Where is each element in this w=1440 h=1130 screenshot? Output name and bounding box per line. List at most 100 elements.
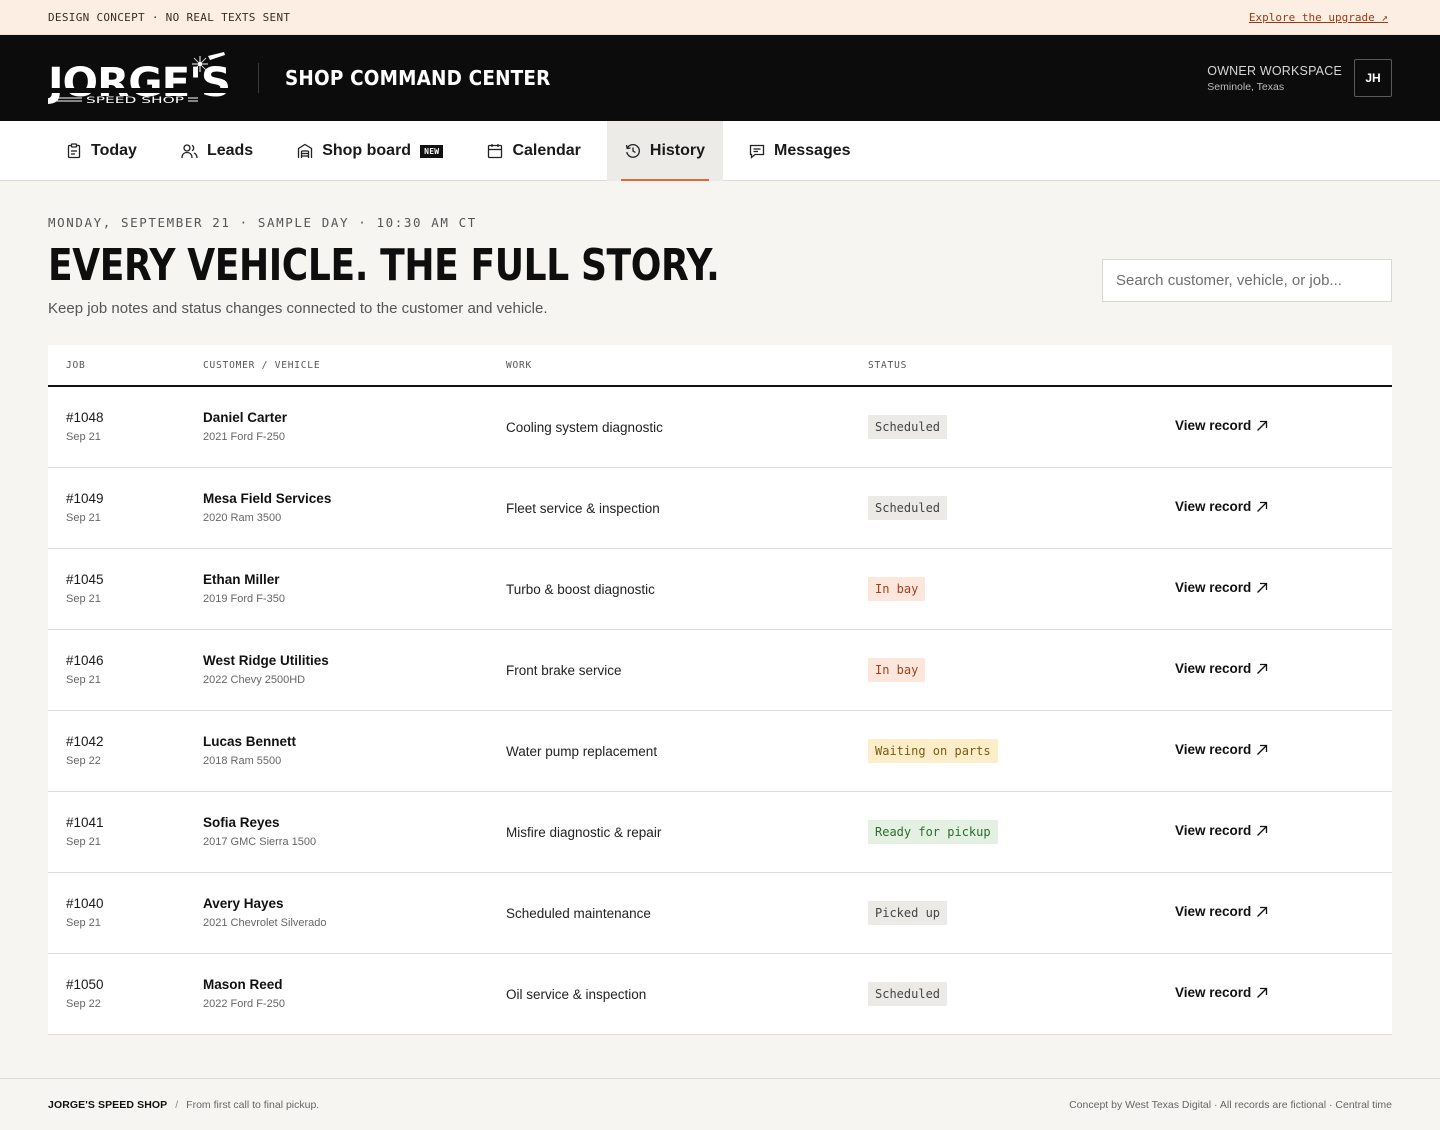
view-record-label: View record [1175, 661, 1252, 676]
view-record-label: View record [1175, 823, 1252, 838]
job-date: Sep 22 [66, 998, 101, 1010]
arrow-up-right-icon [1257, 825, 1268, 836]
customer-name: Mesa Field Services [203, 491, 332, 506]
job-date: Sep 21 [66, 431, 101, 443]
app-title: SHOP COMMAND CENTER [285, 66, 551, 90]
job-cell: #1049 Sep 21 [66, 491, 104, 524]
vehicle-name: 2022 Chevy 2500HD [203, 674, 306, 686]
customer-name: Lucas Bennett [203, 734, 297, 749]
tab-calendar-label: Calendar [512, 142, 581, 159]
customer-name: Ethan Miller [203, 572, 280, 587]
view-record-link[interactable]: View record [1175, 823, 1268, 838]
customer-name: Sofia Reyes [203, 815, 280, 830]
tab-shop-board[interactable]: Shop board NEW [279, 121, 461, 181]
explore-upgrade-link[interactable]: Explore the upgrade ↗ [1249, 11, 1388, 24]
arrow-up-right-icon [1257, 420, 1268, 431]
job-number: #1042 [66, 734, 104, 749]
header-divider [258, 63, 259, 93]
customer-name: West Ridge Utilities [203, 653, 329, 668]
vehicle-name: 2021 Ford F-250 [203, 431, 285, 443]
table-row: #1048 Sep 21 Daniel Carter 2021 Ford F-2… [48, 387, 1392, 468]
concept-banner: DESIGN CONCEPT · NO REAL TEXTS SENT Expl… [0, 0, 1440, 35]
column-header-status: STATUS [868, 360, 908, 371]
table-header: JOB CUSTOMER / VEHICLE WORK STATUS [48, 345, 1392, 387]
clipboard-icon [67, 143, 81, 159]
job-date: Sep 22 [66, 755, 101, 767]
column-header-job: JOB [66, 360, 86, 371]
status-badge: Scheduled [868, 415, 948, 439]
view-record-link[interactable]: View record [1175, 661, 1268, 676]
main-nav: Today Leads Shop board NEW Calendar Hist… [0, 121, 1440, 181]
view-record-link[interactable]: View record [1175, 904, 1268, 919]
status-badge: In bay [868, 658, 926, 682]
vehicle-name: 2019 Ford F-350 [203, 593, 285, 605]
view-record-link[interactable]: View record [1175, 985, 1268, 1000]
app-header: JORGE'S SPEED SHOP SHOP COMMAND CENTER O… [0, 35, 1440, 121]
footer-separator: / [175, 1098, 179, 1111]
customer-cell: Lucas Bennett 2018 Ram 5500 [203, 734, 296, 767]
users-icon [181, 144, 198, 159]
table-row: #1046 Sep 21 West Ridge Utilities 2022 C… [48, 630, 1392, 711]
tab-messages[interactable]: Messages [731, 121, 869, 181]
view-record-label: View record [1175, 418, 1252, 433]
tab-messages-label: Messages [774, 142, 851, 159]
page-footer: JORGE'S SPEED SHOP / From first call to … [0, 1078, 1440, 1130]
view-record-link[interactable]: View record [1175, 499, 1268, 514]
view-record-label: View record [1175, 742, 1252, 757]
tab-leads[interactable]: Leads [163, 121, 271, 181]
view-record-label: View record [1175, 985, 1252, 1000]
view-record-link[interactable]: View record [1175, 418, 1268, 433]
job-number: #1046 [66, 653, 104, 668]
tab-today-label: Today [91, 142, 137, 159]
work-description: Water pump replacement [506, 744, 658, 759]
history-icon [625, 144, 640, 158]
work-description: Front brake service [506, 663, 622, 678]
job-cell: #1045 Sep 21 [66, 572, 104, 605]
vehicle-name: 2017 GMC Sierra 1500 [203, 836, 317, 848]
vehicle-name: 2022 Ford F-250 [203, 998, 285, 1010]
customer-name: Avery Hayes [203, 896, 284, 911]
customer-cell: Mesa Field Services 2020 Ram 3500 [203, 491, 331, 524]
work-description: Turbo & boost diagnostic [506, 582, 655, 597]
customer-name: Mason Reed [203, 977, 283, 992]
customer-cell: Ethan Miller 2019 Ford F-350 [203, 572, 285, 605]
customer-cell: Sofia Reyes 2017 GMC Sierra 1500 [203, 815, 316, 848]
status-badge: Picked up [868, 901, 948, 925]
job-number: #1050 [66, 977, 104, 992]
arrow-up-right-icon [1257, 501, 1268, 512]
table-row: #1049 Sep 21 Mesa Field Services 2020 Ra… [48, 468, 1392, 549]
banner-text: DESIGN CONCEPT · NO REAL TEXTS SENT [48, 10, 291, 24]
tab-leads-label: Leads [206, 142, 254, 159]
view-record-link[interactable]: View record [1175, 580, 1268, 595]
footer-left: JORGE'S SPEED SHOP / From first call to … [48, 1099, 319, 1111]
tab-calendar[interactable]: Calendar [469, 121, 598, 181]
tab-today[interactable]: Today [48, 121, 155, 181]
user-avatar[interactable]: JH [1354, 59, 1392, 97]
view-record-label: View record [1175, 499, 1252, 514]
customer-cell: Daniel Carter 2021 Ford F-250 [203, 410, 287, 443]
arrow-up-right-icon [1257, 906, 1268, 917]
footer-credits: Concept by West Texas Digital · All reco… [1069, 1098, 1392, 1111]
arrow-up-right-icon [1257, 987, 1268, 998]
jorges-speed-shop-logo[interactable]: JORGE'S SPEED SHOP [48, 50, 232, 106]
status-badge: Scheduled [868, 982, 948, 1006]
garage-icon [298, 143, 313, 158]
history-table: JOB CUSTOMER / VEHICLE WORK STATUS #1048… [48, 345, 1392, 1035]
work-description: Cooling system diagnostic [506, 420, 663, 435]
customer-cell: Avery Hayes 2021 Chevrolet Silverado [203, 896, 327, 929]
logo-sub-text: SPEED SHOP [86, 96, 185, 106]
workspace-area: OWNER WORKSPACE Seminole, Texas JH [1207, 59, 1392, 97]
tab-history[interactable]: History [606, 121, 724, 181]
new-badge: NEW [420, 144, 444, 158]
job-number: #1045 [66, 572, 104, 587]
tab-history-label: History [649, 142, 706, 159]
vehicle-name: 2020 Ram 3500 [203, 512, 282, 524]
tab-shop-board-label: Shop board [322, 142, 412, 159]
job-number: #1049 [66, 491, 104, 506]
job-cell: #1050 Sep 22 [66, 977, 104, 1010]
customer-cell: West Ridge Utilities 2022 Chevy 2500HD [203, 653, 329, 686]
page-title: EVERY VEHICLE. THE FULL STORY. [48, 240, 720, 291]
vehicle-name: 2021 Chevrolet Silverado [203, 917, 327, 929]
view-record-link[interactable]: View record [1175, 742, 1268, 757]
search-input[interactable] [1102, 259, 1392, 302]
